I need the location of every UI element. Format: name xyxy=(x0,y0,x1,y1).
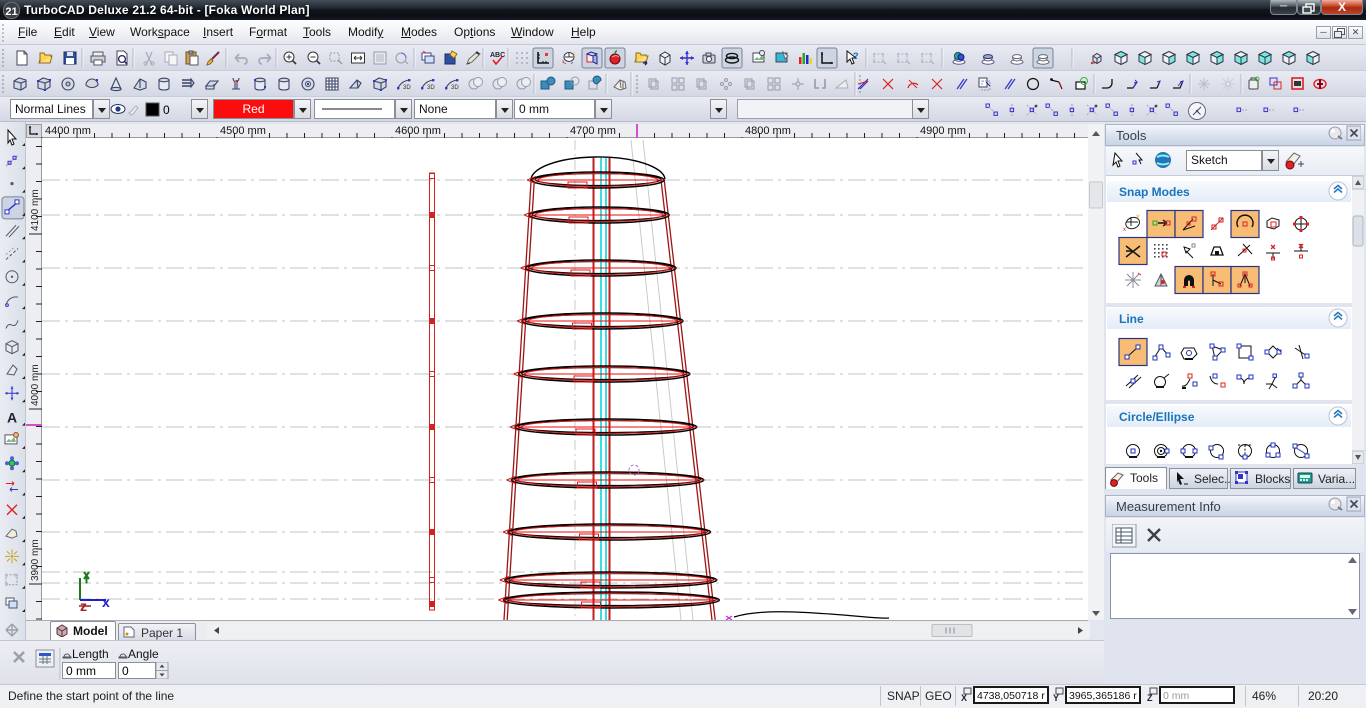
svg-text:4800 mm: 4800 mm xyxy=(745,125,791,137)
svg-text:X: X xyxy=(961,693,967,703)
svg-text:Z: Z xyxy=(1147,693,1153,703)
svg-text:3D: 3D xyxy=(427,85,435,91)
svg-text:4700 mm: 4700 mm xyxy=(570,125,616,137)
svg-text:21: 21 xyxy=(5,6,17,18)
svg-text:4900 mm: 4900 mm xyxy=(920,125,966,137)
svg-text:4100 mm: 4100 mm xyxy=(30,189,41,231)
svg-text:x: x xyxy=(1123,227,1126,233)
svg-text:A: A xyxy=(7,410,17,426)
svg-text:Y: Y xyxy=(1053,693,1059,703)
svg-text:4400 mm: 4400 mm xyxy=(45,125,91,137)
svg-text:3D: 3D xyxy=(403,85,411,91)
svg-text:3900 mm: 3900 mm xyxy=(30,539,41,581)
svg-text:4600 mm: 4600 mm xyxy=(395,125,441,137)
svg-text:x: x xyxy=(102,594,110,610)
svg-text:4500 mm: 4500 mm xyxy=(220,125,266,137)
svg-text:4000 mm: 4000 mm xyxy=(30,364,41,406)
svg-text:3D: 3D xyxy=(451,85,459,91)
svg-text:Y: Y xyxy=(1136,215,1140,221)
